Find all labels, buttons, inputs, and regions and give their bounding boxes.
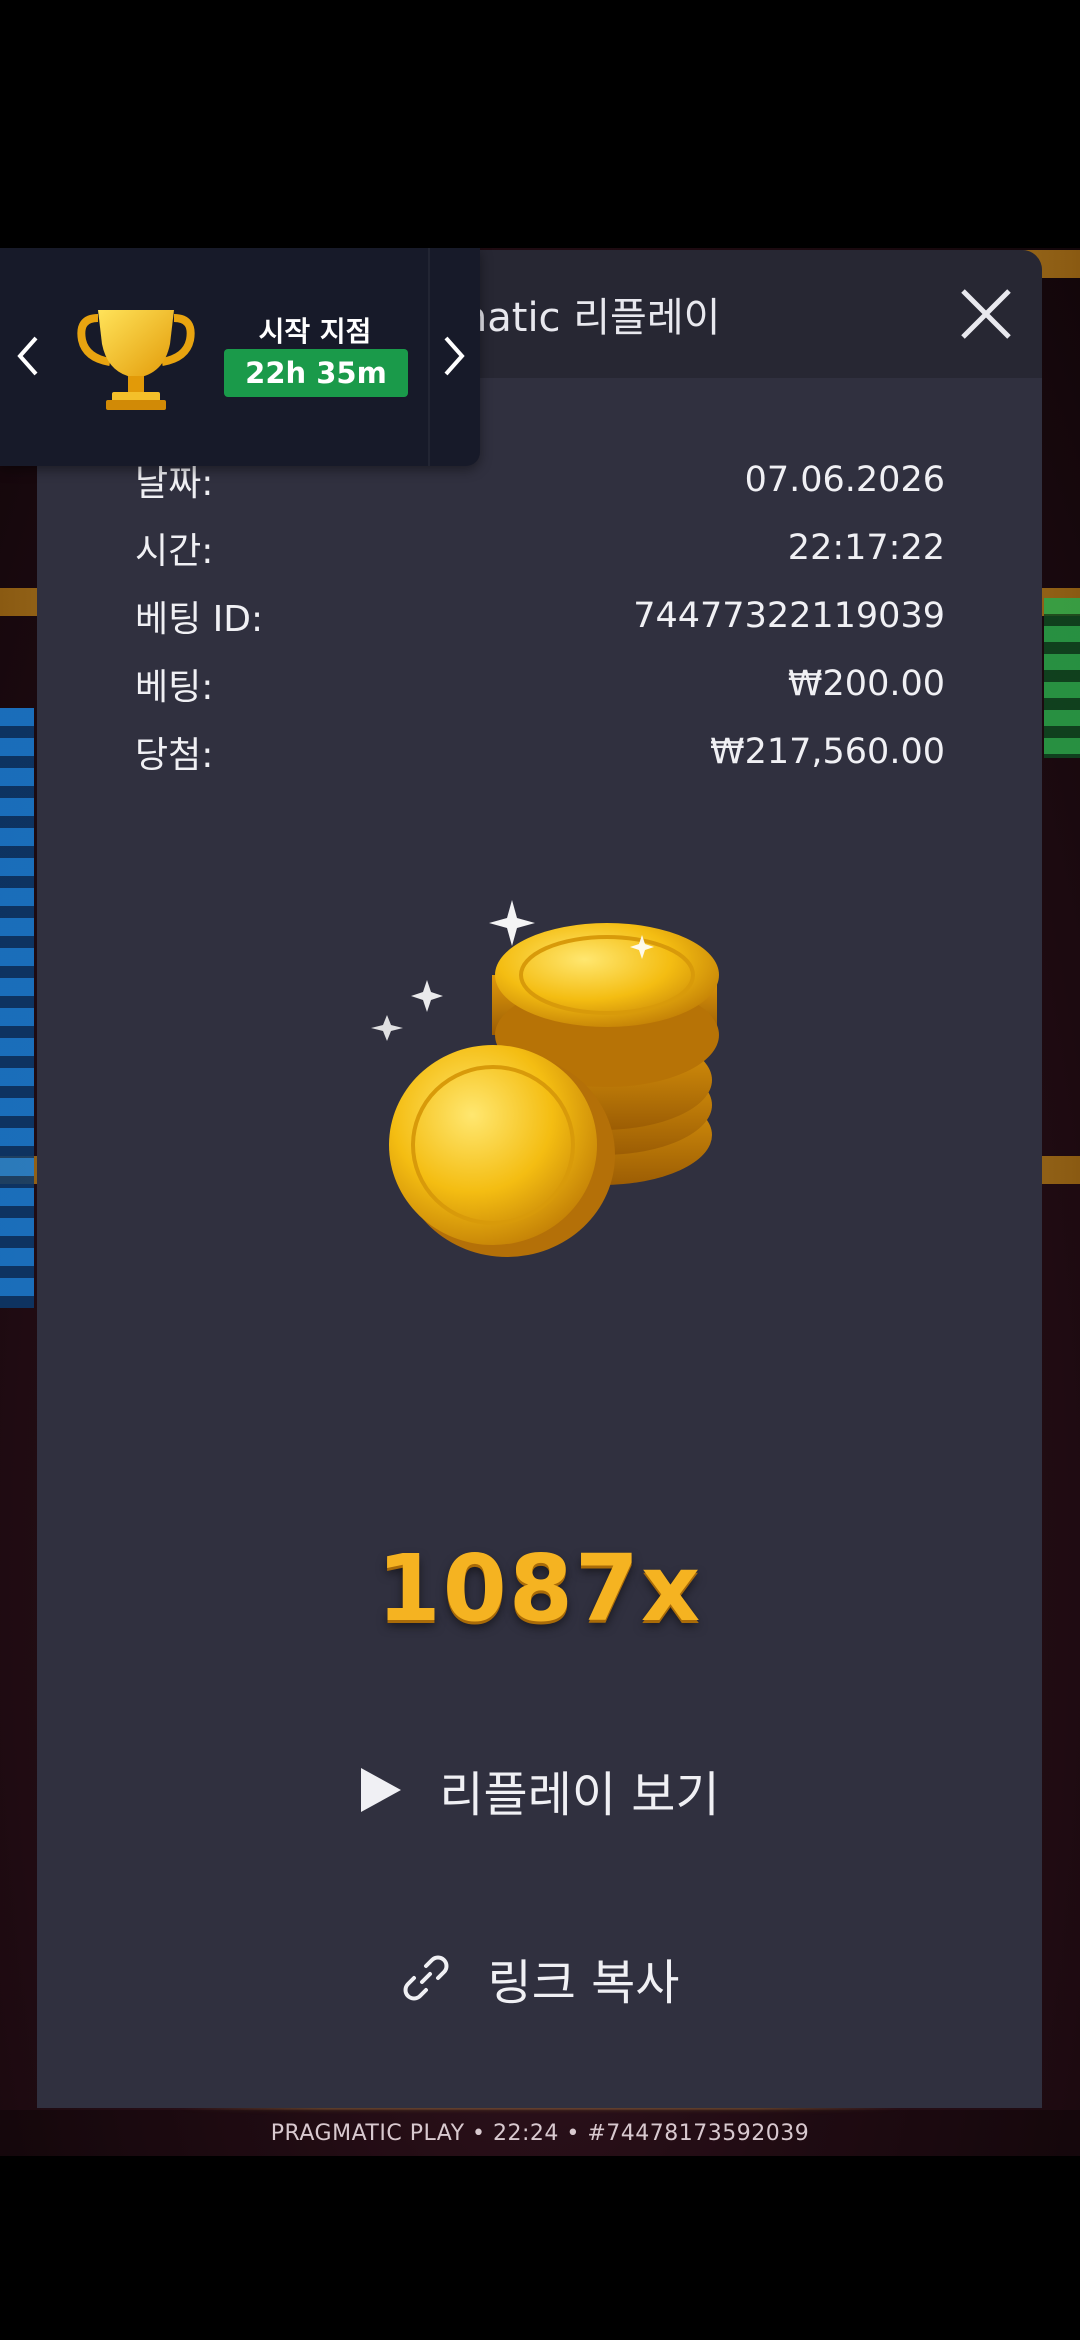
watch-replay-label: 리플레이 보기	[439, 1767, 720, 1823]
info-label: 당첨:	[135, 735, 214, 776]
play-icon	[359, 1766, 403, 1814]
chevron-left-icon	[17, 336, 38, 376]
copy-link-button[interactable]: 링크 복사	[37, 1938, 1042, 2018]
promo-prev-button[interactable]	[8, 318, 48, 394]
promo-label: 시작 지점	[258, 315, 372, 348]
info-row-win: 당첨: ₩217,560.00	[135, 718, 945, 786]
copy-link-label: 링크 복사	[487, 1955, 680, 2011]
info-row-time: 시간: 22:17:22	[135, 514, 945, 582]
watch-replay-button[interactable]: 리플레이 보기	[37, 1750, 1042, 1830]
info-value: 74477322119039	[633, 596, 945, 636]
game-reel-pattern-right	[1044, 598, 1080, 758]
info-row-bet: 베팅: ₩200.00	[135, 650, 945, 718]
info-value: ₩200.00	[787, 664, 945, 704]
replay-modal: Pragmatic 리플레이 날짜: 07.06.2026 시간: 22:17:…	[37, 250, 1042, 2108]
tournament-widget[interactable]: 시작 지점 22h 35m	[0, 248, 480, 466]
info-row-bet-id: 베팅 ID: 74477322119039	[135, 582, 945, 650]
game-reel-pattern-left	[0, 708, 34, 1308]
info-label: 시간:	[135, 531, 214, 572]
info-label: 베팅:	[135, 667, 214, 708]
game-footer-info: PRAGMATIC PLAY • 22:24 • #74478173592039	[0, 2110, 1080, 2156]
trophy-icon	[77, 310, 195, 410]
info-value: ₩217,560.00	[709, 732, 945, 772]
promo-divider	[428, 248, 430, 466]
close-button[interactable]	[952, 280, 1020, 348]
info-label: 베팅 ID:	[135, 599, 264, 640]
promo-next-button[interactable]	[434, 318, 474, 394]
info-value: 22:17:22	[787, 528, 945, 568]
promo-timer-badge: 22h 35m	[224, 349, 408, 397]
chevron-right-icon	[444, 336, 465, 376]
info-value: 07.06.2026	[744, 460, 945, 500]
win-multiplier: 1087x	[376, 1535, 703, 1642]
gold-coins-icon	[371, 900, 719, 1257]
link-icon	[400, 1952, 452, 2004]
close-icon	[961, 289, 1011, 339]
bet-info-list: 날짜: 07.06.2026 시간: 22:17:22 베팅 ID: 74477…	[135, 446, 945, 786]
